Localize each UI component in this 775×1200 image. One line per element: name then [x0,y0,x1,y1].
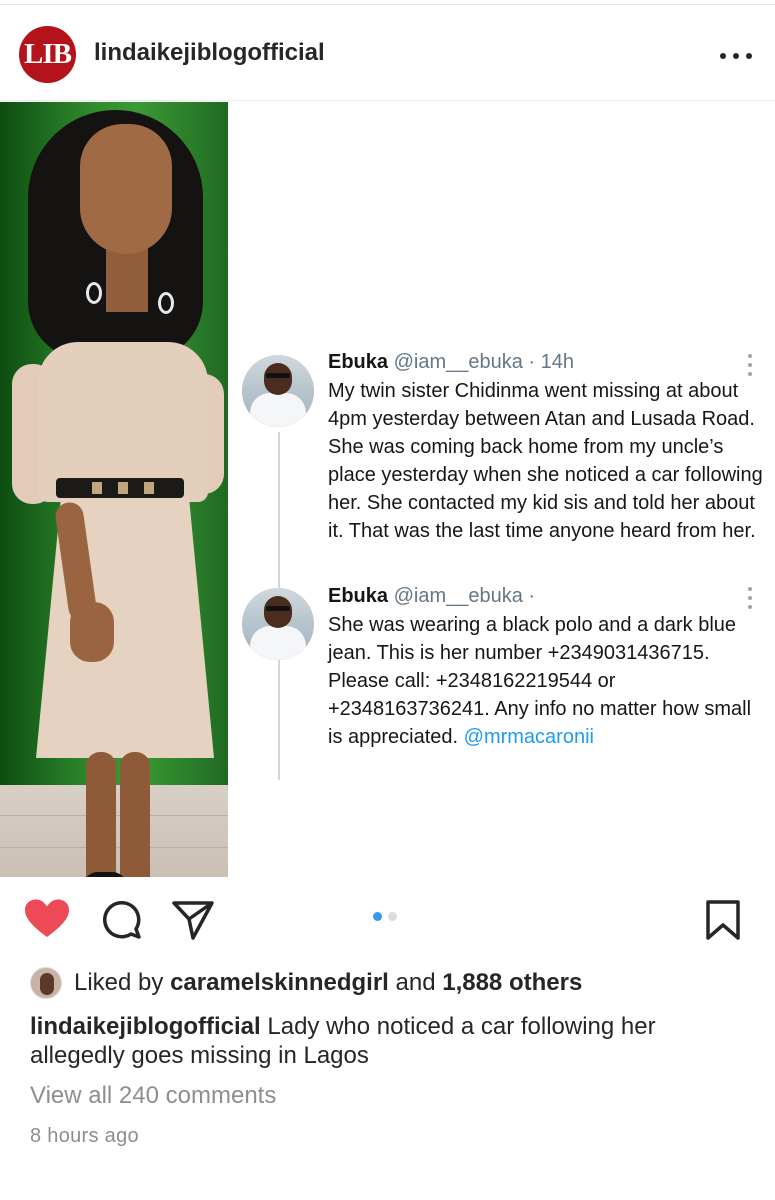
likes-count[interactable]: 1,888 others [442,969,582,997]
view-comments-link[interactable]: View all 240 comments [30,1082,276,1110]
tweet-author-name: Ebuka [328,351,389,373]
tweet-handle: @iam__ebuka · [393,585,536,607]
post-header: LIB lindaikejiblogofficial [0,5,775,101]
belt [56,478,184,498]
earring-right [158,292,174,314]
tweet-author-name: Ebuka [328,585,389,607]
tweet-text: She was wearing a black polo and a dark … [328,614,752,748]
tweet-screenshot: Ebuka @iam__ebuka · 14h My twin sister C… [228,102,775,877]
tweet-mention: @mrmacaronii [463,726,594,748]
share-icon[interactable] [171,899,215,946]
bookmark-icon[interactable] [705,899,741,946]
post-username[interactable]: lindaikejiblogofficial [94,39,325,67]
caption-username[interactable]: lindaikejiblogofficial [30,1013,261,1040]
tweet-avatar [242,355,314,427]
tweet-2: Ebuka @iam__ebuka · She was wearing a bl… [328,583,768,751]
likes-row: Liked by caramelskinnedgirl and 1,888 ot… [30,966,582,1000]
carousel-dot-active [373,912,382,921]
post-timestamp: 8 hours ago [30,1125,139,1147]
carousel-indicator [373,912,397,921]
tweet-handle: @iam__ebuka · 14h [393,351,575,373]
tweet-1: Ebuka @iam__ebuka · 14h My twin sister C… [328,349,768,545]
post-photo-woman[interactable] [0,102,228,877]
liker-username[interactable]: caramelskinnedgirl [170,969,389,997]
liker-avatar[interactable] [30,967,62,999]
avatar-logo-text: LIB [24,38,72,70]
carousel-dot [388,912,397,921]
comment-icon[interactable] [100,899,142,946]
post-caption: lindaikejiblogofficial Lady who noticed … [30,1012,750,1070]
more-options-icon[interactable] [720,51,752,61]
action-bar [0,877,775,967]
tweet-text: My twin sister Chidinma went missing at … [328,380,763,542]
profile-avatar[interactable]: LIB [19,26,76,83]
heart-icon[interactable] [24,899,70,944]
earring-left [86,282,102,304]
tweet-avatar [242,588,314,660]
